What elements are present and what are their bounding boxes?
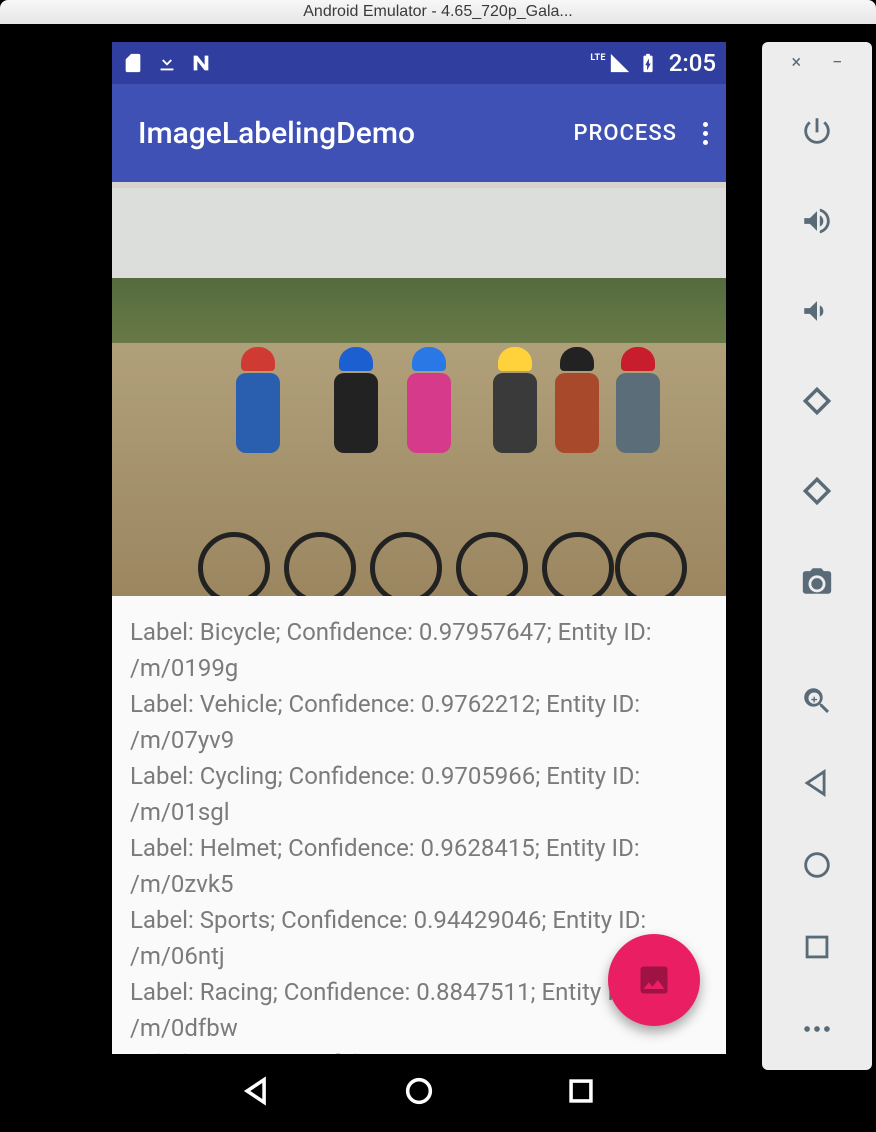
nav-back-button[interactable] — [240, 1074, 274, 1112]
result-line: Label: Helmet; Confidence: 0.9628415; En… — [130, 830, 708, 902]
device-bezel-left — [0, 24, 112, 1132]
device-frame: LTE 2:05 ImageLabelingDemo PROCESS — [112, 24, 726, 1132]
overview-button-sidebar[interactable] — [762, 906, 872, 988]
result-line: Label: Bicycle; Confidence: 0.97957647; … — [130, 614, 708, 686]
lte-indicator: LTE — [590, 53, 605, 63]
power-button[interactable] — [762, 86, 872, 176]
pick-image-fab[interactable] — [608, 934, 700, 1026]
close-icon[interactable]: × — [792, 54, 802, 72]
home-button-sidebar[interactable] — [762, 824, 872, 906]
nav-overview-button[interactable] — [564, 1074, 598, 1112]
nav-home-button[interactable] — [402, 1074, 436, 1112]
android-statusbar: LTE 2:05 — [112, 42, 726, 84]
nav-back-icon — [240, 1074, 274, 1108]
rotate-left-icon — [800, 384, 834, 418]
emulator-sidebar: × − — [762, 42, 872, 1070]
battery-charging-icon — [637, 52, 659, 74]
back-triangle-icon — [800, 766, 834, 800]
back-button-sidebar[interactable] — [762, 742, 872, 824]
volume-down-button[interactable] — [762, 266, 872, 356]
result-line: Label: Vehicle; Confidence: 0.9762212; E… — [130, 686, 708, 758]
zoom-in-icon — [800, 684, 834, 718]
app-bar: ImageLabelingDemo PROCESS — [112, 84, 726, 182]
input-image — [112, 188, 726, 596]
volume-down-icon — [800, 294, 834, 328]
emulator-titlebar: Android Emulator - 4.65_720p_Gala... — [0, 0, 876, 24]
emulator-title: Android Emulator - 4.65_720p_Gala... — [303, 3, 573, 21]
download-icon — [156, 52, 178, 74]
overflow-dot — [703, 122, 708, 127]
minimize-icon[interactable]: − — [832, 54, 842, 72]
process-button[interactable]: PROCESS — [574, 121, 677, 146]
clock: 2:05 — [669, 49, 716, 77]
rotate-left-button[interactable] — [762, 356, 872, 446]
volume-up-button[interactable] — [762, 176, 872, 266]
android-navbar — [112, 1054, 726, 1132]
signal-icon — [609, 52, 631, 74]
result-line: Label: Leisure; Confidence: 0.8769904; E… — [130, 1046, 708, 1054]
camera-icon — [800, 564, 834, 598]
power-icon — [800, 114, 834, 148]
rotate-right-icon — [800, 474, 834, 508]
device-screen: LTE 2:05 ImageLabelingDemo PROCESS — [112, 42, 726, 1054]
app-title: ImageLabelingDemo — [138, 116, 415, 151]
sd-card-icon — [122, 52, 144, 74]
rotate-right-button[interactable] — [762, 446, 872, 536]
volume-up-icon — [800, 204, 834, 238]
nav-home-icon — [402, 1074, 436, 1108]
nav-overview-icon — [564, 1074, 598, 1108]
overflow-menu-button[interactable] — [703, 122, 708, 145]
result-line: Label: Cycling; Confidence: 0.9705966; E… — [130, 758, 708, 830]
screenshot-button[interactable] — [762, 536, 872, 626]
overflow-dot — [703, 140, 708, 145]
overflow-dot — [703, 131, 708, 136]
overview-square-icon — [800, 930, 834, 964]
n-preview-icon — [190, 52, 212, 74]
more-horizontal-icon — [800, 1012, 834, 1046]
home-circle-icon — [800, 848, 834, 882]
image-icon — [636, 962, 672, 998]
more-button-sidebar[interactable] — [762, 988, 872, 1070]
zoom-button[interactable] — [762, 660, 872, 742]
